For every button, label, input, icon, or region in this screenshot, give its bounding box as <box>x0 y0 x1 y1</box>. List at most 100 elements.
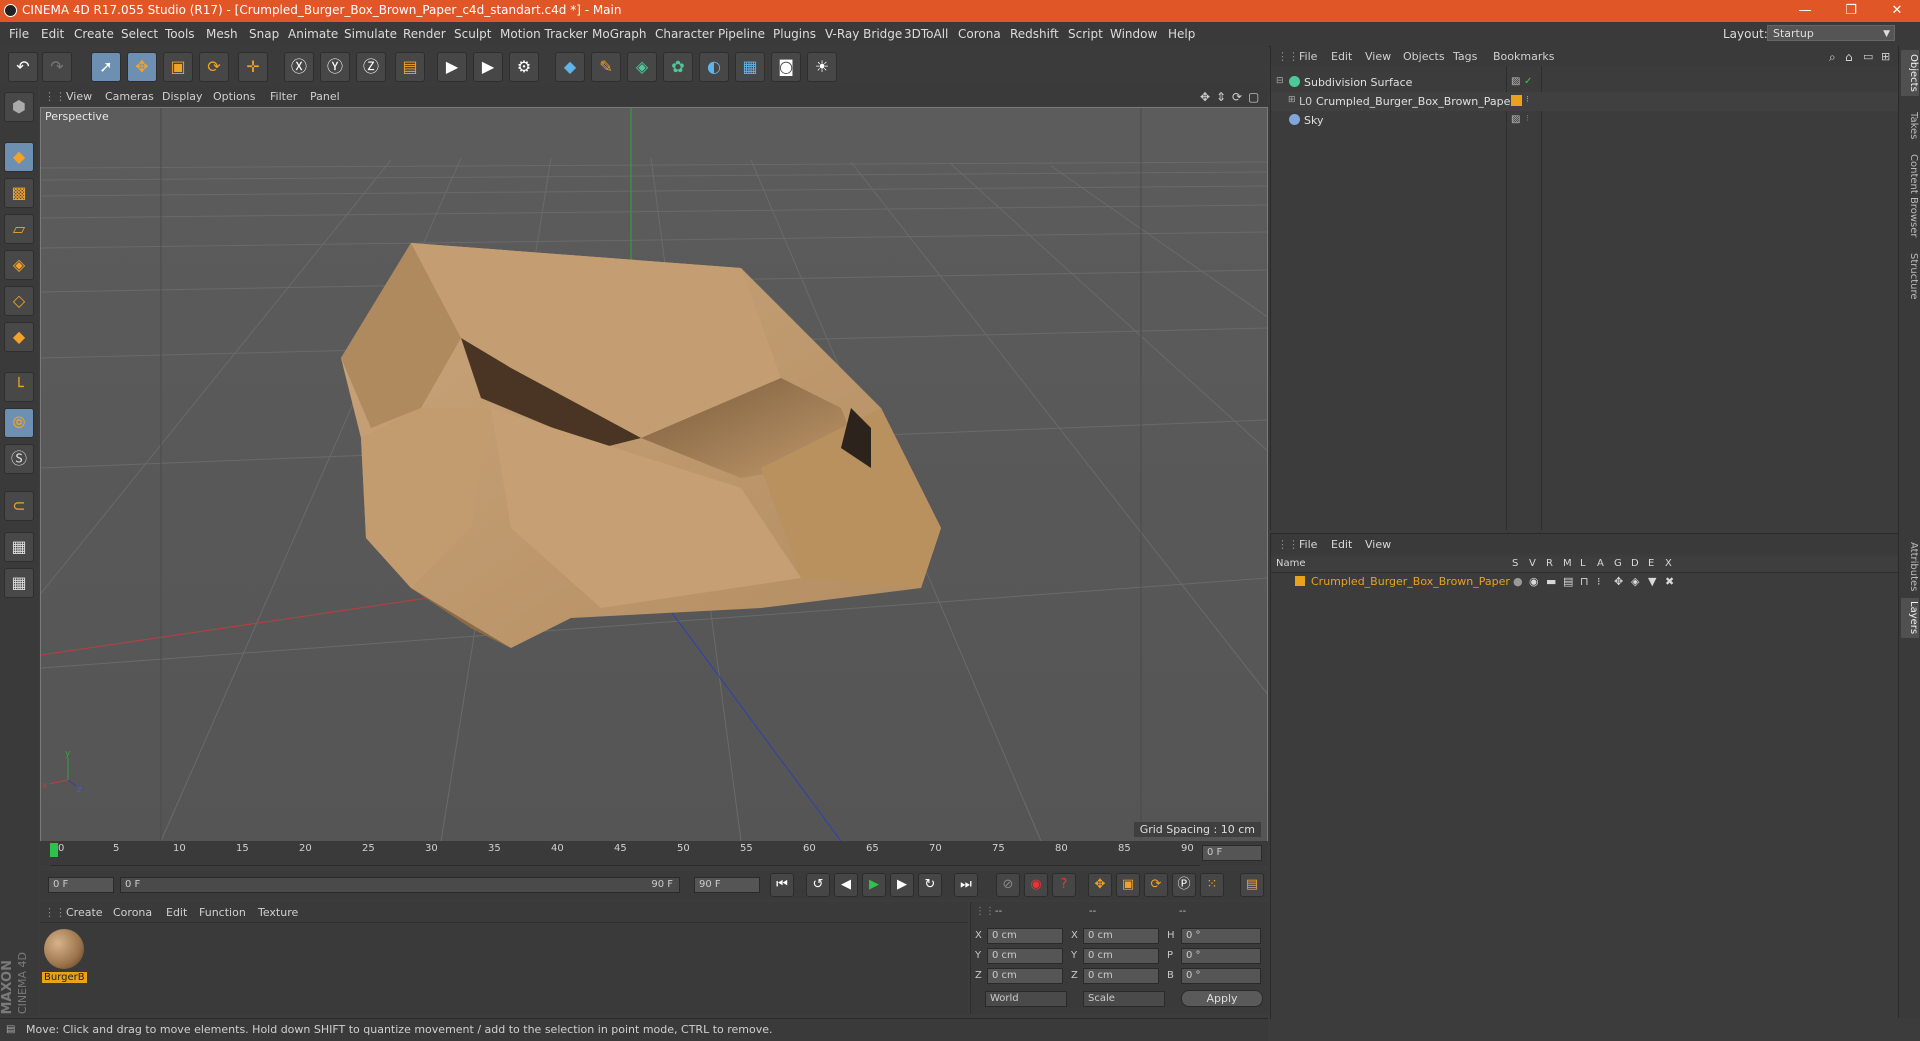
object-row[interactable]: ⊞ L0 Crumpled_Burger_Box_Brown_Paper ⁝ <box>1271 92 1899 111</box>
object-row[interactable]: ⊟ Subdivision Surface ▨ ✓ <box>1271 73 1899 92</box>
redo-icon[interactable]: ↷ <box>42 52 72 82</box>
object-row[interactable]: Sky ▨ ⁝ <box>1271 111 1899 130</box>
layer-name[interactable]: Crumpled_Burger_Box_Brown_Paper <box>1311 575 1510 588</box>
play-icon[interactable]: ▶ <box>862 873 886 897</box>
menu-sculpt[interactable]: Sculpt <box>454 27 491 41</box>
axis-mode-icon[interactable]: └ <box>4 372 34 402</box>
key-position-icon[interactable]: ✥ <box>1088 873 1112 897</box>
layer-col-name[interactable]: Name <box>1276 558 1306 569</box>
layer-col-generators[interactable]: G <box>1614 558 1622 569</box>
objmgr-menu-file[interactable]: File <box>1299 50 1317 63</box>
rotation-b-field[interactable]: 0 ° <box>1181 968 1261 984</box>
points-mode-icon[interactable]: ◈ <box>4 250 34 280</box>
rotate-tool-icon[interactable]: ⟳ <box>199 52 229 82</box>
layout-select[interactable]: Startup ▼ <box>1767 25 1895 41</box>
menu-animate[interactable]: Animate <box>288 27 338 41</box>
go-to-end-icon[interactable]: ⏭ <box>954 873 978 897</box>
polygons-mode-icon[interactable]: ◆ <box>4 322 34 352</box>
timeline-ruler[interactable]: 0 5 10 15 20 25 30 35 40 45 50 55 60 65 … <box>40 841 1268 866</box>
rotation-h-field[interactable]: 0 ° <box>1181 928 1261 944</box>
view-eye-icon[interactable]: ◉ <box>1529 575 1539 588</box>
objmgr-menu-objects[interactable]: Objects <box>1403 50 1445 63</box>
light-bulb-icon[interactable]: ☀ <box>807 52 837 82</box>
snap-magnet-icon[interactable]: ⊂ <box>4 491 34 521</box>
make-editable-icon[interactable]: ⬢ <box>4 92 34 122</box>
workplane-lock-icon[interactable]: ▦ <box>4 532 34 562</box>
render-settings-icon[interactable]: ⚙ <box>509 52 539 82</box>
edges-mode-icon[interactable]: ◇ <box>4 286 34 316</box>
collapse-icon[interactable]: ⊟ <box>1276 76 1284 86</box>
layer-col-expressions[interactable]: E <box>1648 558 1654 569</box>
tab-layers[interactable]: Layers <box>1901 598 1919 638</box>
key-parameter-icon[interactable]: Ⓟ <box>1172 873 1196 897</box>
render-clapper-icon[interactable]: ▬ <box>1546 575 1556 588</box>
objmgr-menu-tags[interactable]: Tags <box>1453 50 1477 63</box>
expand-icon[interactable]: ⊞ <box>1288 95 1296 105</box>
tab-content-browser[interactable]: Content Browser <box>1901 146 1919 246</box>
solo-toggle-icon[interactable]: ● <box>1513 575 1523 588</box>
auto-keying-icon[interactable]: ◉ <box>1024 873 1048 897</box>
undo-icon[interactable]: ↶ <box>8 52 38 82</box>
manager-icon[interactable]: ▤ <box>1563 575 1573 588</box>
viewport-menu-display[interactable]: Display <box>162 90 203 103</box>
pen-spline-icon[interactable]: ✎ <box>591 52 621 82</box>
rotation-p-field[interactable]: 0 ° <box>1181 948 1261 964</box>
material-menu-texture[interactable]: Texture <box>258 906 298 919</box>
size-y-field[interactable]: 0 cm <box>1083 948 1159 964</box>
menu-redshift[interactable]: Redshift <box>1010 27 1059 41</box>
expression-icon[interactable]: ▼ <box>1648 575 1656 588</box>
position-x-field[interactable]: 0 cm <box>987 928 1063 944</box>
coordinate-mode-select[interactable]: World <box>985 991 1067 1007</box>
menu-vray-bridge[interactable]: V-Ray Bridge <box>825 27 902 41</box>
new-view-icon[interactable]: ▭ <box>1863 50 1873 63</box>
subdivision-surface-icon[interactable]: ◈ <box>627 52 657 82</box>
viewport-move-icon[interactable]: ✥ <box>1200 90 1210 104</box>
menu-select[interactable]: Select <box>121 27 158 41</box>
viewport-rotate-icon[interactable]: ⟳ <box>1232 90 1242 104</box>
material-menu-edit[interactable]: Edit <box>166 906 187 919</box>
object-name[interactable]: Subdivision Surface <box>1304 76 1412 89</box>
tab-attributes[interactable]: Attributes <box>1901 538 1919 596</box>
viewport-menu-cameras[interactable]: Cameras <box>105 90 154 103</box>
position-y-field[interactable]: 0 cm <box>987 948 1063 964</box>
key-pla-icon[interactable]: ⁙ <box>1200 873 1224 897</box>
render-picture-viewer-icon[interactable]: ▶ <box>473 52 503 82</box>
close-button[interactable]: ✕ <box>1874 0 1920 22</box>
layer-col-manager[interactable]: M <box>1563 558 1572 569</box>
material-name[interactable]: BurgerB <box>42 972 87 983</box>
menu-edit[interactable]: Edit <box>41 27 64 41</box>
deformer-toggle-icon[interactable]: ◈ <box>1631 575 1639 588</box>
menu-render[interactable]: Render <box>403 27 446 41</box>
planar-workplane-icon[interactable]: ▦ <box>4 568 34 598</box>
frame-range-slider[interactable]: 0 F 90 F <box>120 877 680 893</box>
go-to-start-icon[interactable]: ⏮ <box>770 873 794 897</box>
menu-corona[interactable]: Corona <box>958 27 1001 41</box>
viewport-perspective[interactable]: y x z Perspective Grid Spacing : 10 cm <box>40 107 1268 842</box>
viewport-menu-filter[interactable]: Filter <box>270 90 297 103</box>
menu-pipeline[interactable]: Pipeline <box>718 27 765 41</box>
minimize-button[interactable]: — <box>1782 0 1828 22</box>
tab-takes[interactable]: Takes <box>1901 106 1919 146</box>
objmgr-menu-view[interactable]: View <box>1365 50 1391 63</box>
last-tool-icon[interactable]: ✛ <box>238 52 268 82</box>
material-menu-create[interactable]: Create <box>66 906 103 919</box>
layer-col-animation[interactable]: A <box>1597 558 1604 569</box>
objmgr-menu-edit[interactable]: Edit <box>1331 50 1352 63</box>
tweak-mode-icon[interactable]: ⦾ <box>4 408 34 438</box>
menu-3dtoall[interactable]: 3DToAll <box>904 27 948 41</box>
coordinate-system-icon[interactable]: ▤ <box>395 52 425 82</box>
object-name[interactable]: Sky <box>1304 114 1323 127</box>
deformer-icon[interactable]: ◐ <box>699 52 729 82</box>
viewport-maximize-icon[interactable]: ▢ <box>1248 90 1259 104</box>
start-frame-field[interactable]: 0 F <box>48 877 114 893</box>
key-rotation-icon[interactable]: ⟳ <box>1144 873 1168 897</box>
solo-mode-icon[interactable]: Ⓢ <box>4 444 34 474</box>
current-frame-field[interactable]: 0 F <box>1202 845 1262 861</box>
viewport-menu-options[interactable]: Options <box>213 90 255 103</box>
y-axis-lock-icon[interactable]: Ⓨ <box>320 52 350 82</box>
playhead-marker[interactable] <box>50 843 58 857</box>
menu-character[interactable]: Character <box>655 27 714 41</box>
viewport-zoom-icon[interactable]: ⇕ <box>1216 90 1226 104</box>
texture-mode-icon[interactable]: ▩ <box>4 178 34 208</box>
material-preview-swatch[interactable] <box>44 929 84 969</box>
